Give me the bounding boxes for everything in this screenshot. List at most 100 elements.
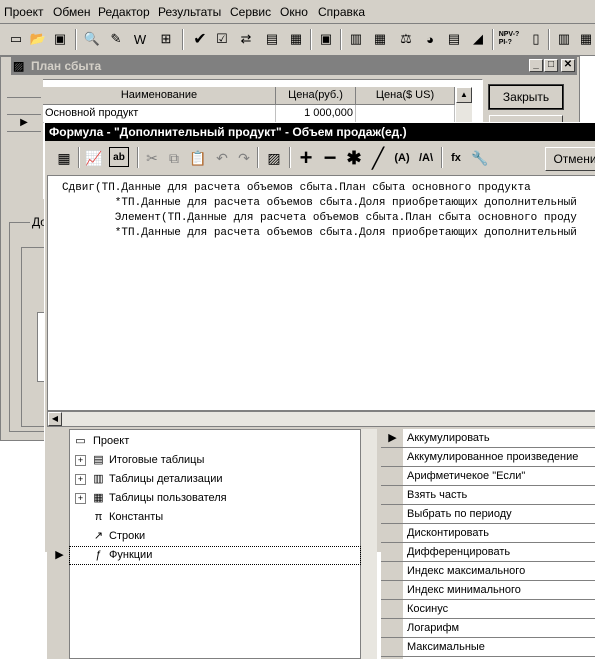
abc-format-icon[interactable]: ab [109, 147, 129, 167]
close-plan-button[interactable]: Закрыть [488, 84, 564, 110]
detail-table-icon: ▥ [93, 473, 104, 485]
table-icon: ▤ [93, 454, 104, 466]
close-button[interactable]: ✕ [561, 59, 575, 72]
cut-icon[interactable]: ✂ [141, 147, 163, 169]
toolbar-separator [257, 147, 259, 168]
minimize-button[interactable]: _ [529, 59, 543, 72]
column-header-price-rub[interactable]: Цена(руб.) [276, 87, 356, 105]
column-header-name[interactable]: Наименование [43, 87, 276, 105]
function-icon[interactable]: fx [445, 147, 467, 169]
paste-icon[interactable]: 📋 [187, 147, 209, 169]
calculator-icon[interactable]: ▦ [286, 29, 306, 49]
function-item[interactable]: Арифметичекое "Если" [381, 467, 595, 486]
cell-price-usd[interactable] [356, 105, 455, 123]
toolbar-separator [441, 147, 443, 168]
function-item[interactable]: Логарифм [381, 619, 595, 638]
minus-icon[interactable]: − [319, 145, 341, 170]
function-item[interactable]: Максимальные [381, 638, 595, 657]
wrench-icon[interactable]: 🔧 [469, 147, 491, 169]
formula-editor[interactable]: Сдвиг(ТП.Данные для расчета объемов сбыт… [47, 175, 595, 411]
balance-scale-icon[interactable]: ⚖ [396, 29, 416, 49]
plan-window-title: План сбыта [31, 59, 102, 73]
print-preview-icon[interactable]: 🔍 [82, 29, 102, 49]
function-item[interactable]: Косинус [381, 600, 595, 619]
plus-icon[interactable]: + [295, 145, 317, 170]
chart-3d-icon[interactable]: ◕ [420, 29, 440, 49]
npv-pi-icon[interactable]: NPV-? PI-? [497, 29, 521, 49]
book-icon[interactable]: ▥ [554, 29, 574, 49]
tree-item[interactable]: ↗ Строки [47, 527, 361, 546]
multiply-icon[interactable]: ✱ [343, 147, 365, 169]
cancel-button[interactable]: Отмени [545, 147, 595, 171]
extra-toolbar-icon[interactable]: ▦ [576, 29, 595, 49]
checkbox-icon[interactable]: ☑ [212, 29, 232, 49]
function-item[interactable]: Дифференцировать [381, 543, 595, 562]
tree-item[interactable]: + ▤ Итоговые таблицы [47, 451, 361, 470]
expand-icon[interactable]: + [75, 474, 86, 485]
tree-item[interactable]: π Константы [47, 508, 361, 527]
function-item[interactable]: Индекс максимального [381, 562, 595, 581]
maximize-button[interactable]: □ [544, 59, 558, 72]
menu-help[interactable]: Справка [318, 5, 365, 19]
tree-vertical-scrollbar[interactable] [361, 429, 377, 659]
calculator-icon[interactable]: ▦ [53, 147, 75, 169]
function-item[interactable]: Аккумулированное произведение [381, 448, 595, 467]
main-toolbar: ▭ 📂 ▣ 🔍 ✎ W ⊞ ✔ ☑ ⇄ ▤ ▦ ▣ ▥ ▦ ⚖ ◕ ▤ ◢ NP… [0, 24, 595, 56]
table-cf-icon[interactable]: ▦ [370, 29, 390, 49]
open-folder-icon[interactable]: 📂 [28, 29, 48, 49]
cell-price-rub[interactable]: 1 000,000 [276, 105, 356, 123]
row-indicator-header [7, 81, 41, 98]
function-item[interactable]: Взять часть [381, 486, 595, 505]
menu-service[interactable]: Сервис [230, 5, 271, 19]
function-item-label: Логарифм [407, 622, 460, 634]
insert-table-icon[interactable]: ▨ [263, 147, 285, 169]
frame-icon[interactable]: ▣ [316, 29, 336, 49]
word-export-icon[interactable]: W [130, 29, 150, 49]
parentheses-icon[interactable]: (A) [391, 147, 413, 169]
function-item[interactable]: Индекс минимального [381, 581, 595, 600]
expand-icon[interactable]: + [75, 455, 86, 466]
menu-exchange[interactable]: Обмен [53, 5, 91, 19]
list-icon[interactable]: ▥ [346, 29, 366, 49]
paste-icon[interactable]: ✎ [106, 29, 126, 49]
check-icon[interactable]: ✔ [190, 29, 210, 49]
scroll-left-icon[interactable]: ◀ [48, 412, 62, 426]
function-list: ▶ Аккумулировать Аккумулированное произвед… [381, 429, 595, 659]
cell-product-name[interactable]: Основной продукт [43, 105, 276, 123]
menu-results[interactable]: Результаты [158, 5, 221, 19]
folder-icon: ▭ [75, 435, 86, 447]
menu-window[interactable]: Окно [280, 5, 308, 19]
tree-item-label: Итоговые таблицы [109, 454, 205, 466]
divide-icon[interactable]: ╱ [367, 147, 389, 170]
toolbar-separator [492, 29, 494, 50]
document-icon[interactable]: ▯ [526, 29, 546, 49]
menu-editor[interactable]: Редактор [98, 5, 150, 19]
tree-item[interactable]: ▭ Проект [47, 432, 361, 451]
column-header-price-usd[interactable]: Цена($ US) [356, 87, 455, 105]
tree-item[interactable]: ▶ ƒ Функции [47, 546, 361, 565]
editor-horizontal-scrollbar[interactable]: ◀ [47, 411, 595, 427]
formula-line-3: Элемент(ТП.Данные для расчета объемов сб… [62, 212, 577, 224]
formula-dialog: Формула - "Дополнительный продукт" - Объ… [44, 122, 595, 659]
table-icon[interactable]: ▤ [262, 29, 282, 49]
line-chart-icon[interactable]: 📈 [83, 147, 105, 169]
scroll-up-icon[interactable]: ▲ [456, 87, 472, 103]
menu-project[interactable]: Проект [4, 5, 44, 19]
save-icon[interactable]: ▣ [50, 29, 70, 49]
copy-icon[interactable]: ⧉ [163, 147, 185, 169]
report-icon[interactable]: ▤ [444, 29, 464, 49]
user-table-icon: ▦ [93, 492, 104, 504]
excel-export-icon[interactable]: ⊞ [156, 29, 176, 49]
power-icon[interactable]: /A\ [415, 147, 437, 169]
graph-icon[interactable]: ◢ [468, 29, 488, 49]
function-item[interactable]: Дисконтировать [381, 524, 595, 543]
formula-icon[interactable]: ⇄ [236, 29, 256, 49]
expand-icon[interactable]: + [75, 493, 86, 504]
undo-icon[interactable]: ↶ [211, 147, 233, 169]
function-item[interactable]: Выбрать по периоду [381, 505, 595, 524]
function-item[interactable]: ▶ Аккумулировать [381, 429, 595, 448]
redo-icon[interactable]: ↷ [233, 147, 255, 169]
tree-item[interactable]: + ▥ Таблицы детализации [47, 470, 361, 489]
tree-item[interactable]: + ▦ Таблицы пользователя [47, 489, 361, 508]
new-document-icon[interactable]: ▭ [6, 29, 26, 49]
